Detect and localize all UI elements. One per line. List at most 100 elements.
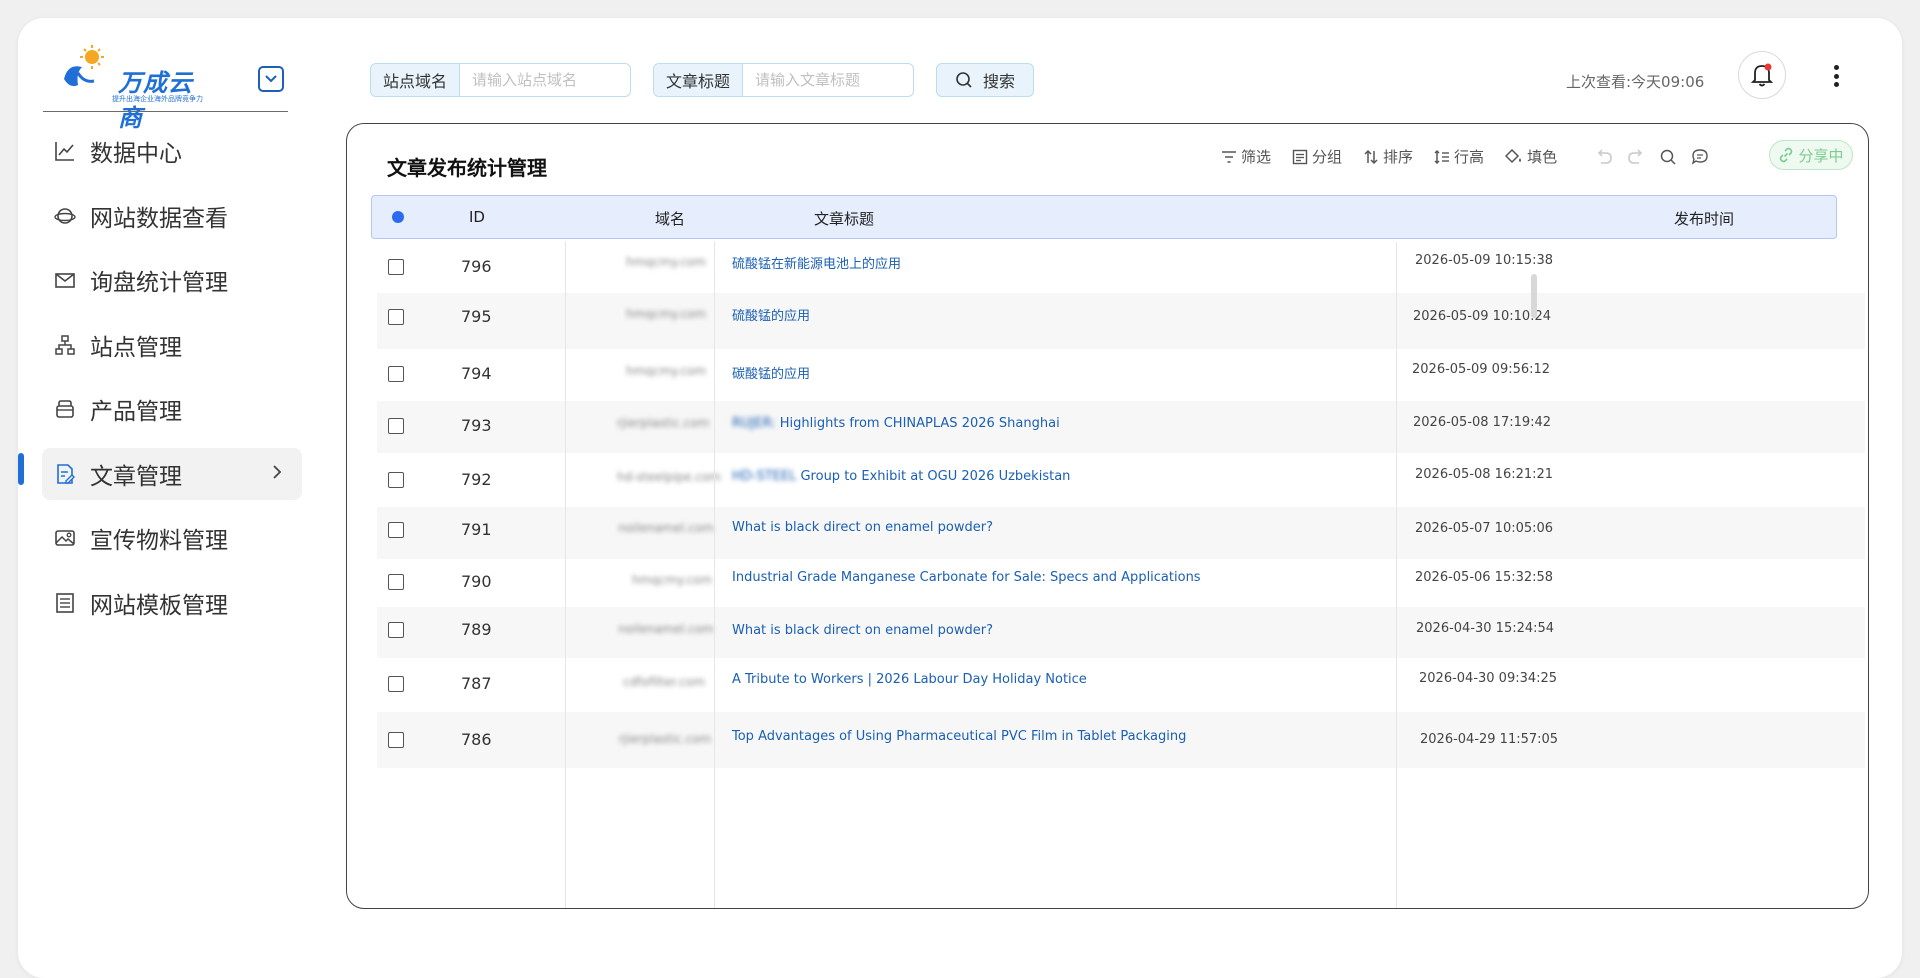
search-button[interactable]: 搜索 — [936, 63, 1034, 97]
row-title-link[interactable]: Top Advantages of Using Pharmaceutical P… — [732, 729, 1186, 744]
site-domain-input[interactable] — [460, 64, 621, 96]
row-domain: hmqcmy.com — [625, 255, 707, 269]
row-title-link[interactable]: What is black direct on enamel powder? — [732, 520, 993, 535]
image-icon — [52, 525, 78, 551]
row-publish-time: 2026-05-09 10:15:38 — [1415, 253, 1554, 268]
row-title-text: 硫酸锰的应用 — [732, 309, 811, 324]
row-checkbox[interactable] — [388, 366, 404, 382]
table-scrollbar[interactable] — [1531, 274, 1537, 318]
active-nav-indicator — [18, 453, 24, 485]
row-id: 796 — [461, 257, 492, 276]
row-domain: noilenamel.com — [618, 622, 714, 636]
row-publish-time: 2026-04-30 15:24:54 — [1416, 621, 1555, 636]
row-id: 791 — [461, 520, 492, 539]
more-options-button[interactable] — [1830, 61, 1842, 91]
sidebar-item-inquiry-stats[interactable]: 询盘统计管理 — [42, 254, 302, 306]
select-all-indicator[interactable] — [392, 211, 404, 223]
row-publish-time: 2026-04-29 11:57:05 — [1420, 732, 1559, 747]
row-title-link[interactable]: A Tribute to Workers | 2026 Labour Day H… — [732, 672, 1087, 687]
row-checkbox[interactable] — [388, 732, 404, 748]
table-row: 791 noilenamel.com What is black direct … — [377, 507, 1865, 559]
share-button[interactable]: 分享中 — [1769, 140, 1853, 170]
row-domain: hmqcmy.com — [625, 307, 707, 321]
column-divider — [565, 242, 566, 908]
sidebar-item-article-management[interactable]: 文章管理 — [42, 447, 302, 500]
column-header-publish-time[interactable]: 发布时间 — [1674, 208, 1734, 229]
row-checkbox[interactable] — [388, 472, 404, 488]
row-title-link[interactable]: 硫酸锰在新能源电池上的应用 — [732, 253, 901, 272]
sidebar-item-product-management[interactable]: 产品管理 — [42, 383, 302, 435]
redo-icon — [1628, 148, 1643, 164]
column-header-domain[interactable]: 域名 — [655, 208, 685, 229]
row-checkbox[interactable] — [388, 309, 404, 325]
row-checkbox[interactable] — [388, 259, 404, 275]
fill-color-label: 填色 — [1527, 148, 1558, 166]
mail-inbox-icon — [52, 267, 78, 293]
row-title-link[interactable]: 碳酸锰的应用 — [732, 363, 810, 382]
sidebar-item-site-templates[interactable]: 网站模板管理 — [42, 577, 302, 629]
link-icon — [1780, 147, 1793, 163]
row-domain: hmqcmy.com — [631, 573, 713, 587]
row-title-link[interactable]: Industrial Grade Manganese Carbonate for… — [732, 570, 1201, 585]
article-title-input[interactable] — [743, 64, 904, 96]
brand-logo[interactable]: 万成云商 提升出海企业海外品牌竞争力 — [54, 43, 204, 132]
list-document-icon — [52, 590, 78, 616]
row-publish-time: 2026-05-08 16:21:21 — [1415, 467, 1554, 482]
row-height-button[interactable]: 行高 — [1434, 146, 1484, 167]
sidebar-item-label: 文章管理 — [90, 463, 182, 490]
group-button[interactable]: 分组 — [1292, 146, 1342, 167]
row-height-label: 行高 — [1454, 148, 1485, 166]
row-title-text: Industrial Grade Manganese Carbonate for… — [732, 570, 1201, 585]
column-header-title[interactable]: 文章标题 — [814, 208, 874, 229]
search-icon — [1660, 149, 1676, 165]
logo-mark-icon — [64, 45, 104, 87]
row-title-link[interactable]: 硫酸锰的应用 — [732, 305, 810, 324]
column-divider — [714, 242, 715, 908]
row-title-prefix: HD-STEEL — [732, 469, 797, 484]
redo-button[interactable] — [1627, 148, 1645, 165]
row-checkbox[interactable] — [388, 676, 404, 692]
box-icon — [52, 396, 78, 422]
table-header: ID 域名 文章标题 发布时间 — [371, 195, 1837, 239]
line-chart-icon — [52, 138, 78, 164]
bell-icon — [1750, 63, 1774, 87]
row-checkbox[interactable] — [388, 418, 404, 434]
sidebar-item-promo-materials[interactable]: 宣传物料管理 — [42, 512, 302, 564]
row-title-link[interactable]: HD-STEEL Group to Exhibit at OGU 2026 Uz… — [732, 469, 1070, 484]
sidebar-item-data-center[interactable]: 数据中心 — [42, 125, 302, 177]
row-title-link[interactable]: RUJER: Highlights from CHINAPLAS 2026 Sh… — [732, 416, 1060, 431]
sort-button[interactable]: 排序 — [1363, 146, 1413, 167]
row-checkbox[interactable] — [388, 574, 404, 590]
sidebar-divider — [43, 111, 288, 112]
row-title-text: 碳酸锰的应用 — [732, 367, 811, 382]
row-id: 792 — [461, 470, 492, 489]
row-checkbox[interactable] — [388, 522, 404, 538]
row-title-link[interactable]: What is black direct on enamel powder? — [732, 623, 993, 638]
row-id: 790 — [461, 572, 492, 591]
document-edit-icon — [52, 461, 78, 487]
group-icon — [1292, 149, 1308, 164]
comment-button[interactable] — [1691, 148, 1709, 166]
column-divider — [1396, 242, 1397, 908]
table-row: 796 hmqcmy.com 硫酸锰在新能源电池上的应用 2026-05-09 … — [377, 242, 1865, 293]
row-id: 794 — [461, 364, 492, 383]
notifications-button[interactable] — [1738, 51, 1786, 99]
site-domain-label: 站点域名 — [371, 64, 461, 96]
sidebar-collapse-button[interactable] — [258, 66, 284, 92]
table-search-button[interactable] — [1659, 148, 1677, 166]
paint-bucket-icon — [1505, 148, 1522, 163]
table-row: 793 rjierplastic.com RUJER: Highlights f… — [377, 401, 1865, 453]
row-checkbox[interactable] — [388, 622, 404, 638]
chevron-down-icon — [265, 75, 277, 83]
column-header-id[interactable]: ID — [469, 208, 485, 226]
row-domain: hmqcmy.com — [625, 364, 707, 378]
row-id: 789 — [461, 620, 492, 639]
row-title-prefix: RUJER: — [732, 416, 776, 431]
group-label: 分组 — [1312, 148, 1343, 166]
filter-button[interactable]: 筛选 — [1221, 146, 1271, 167]
fill-color-button[interactable]: 填色 — [1505, 146, 1557, 167]
undo-button[interactable] — [1595, 148, 1613, 165]
sidebar-item-site-management[interactable]: 站点管理 — [42, 319, 302, 371]
row-id: 793 — [461, 416, 492, 435]
sidebar-item-site-data[interactable]: 网站数据查看 — [42, 190, 302, 242]
